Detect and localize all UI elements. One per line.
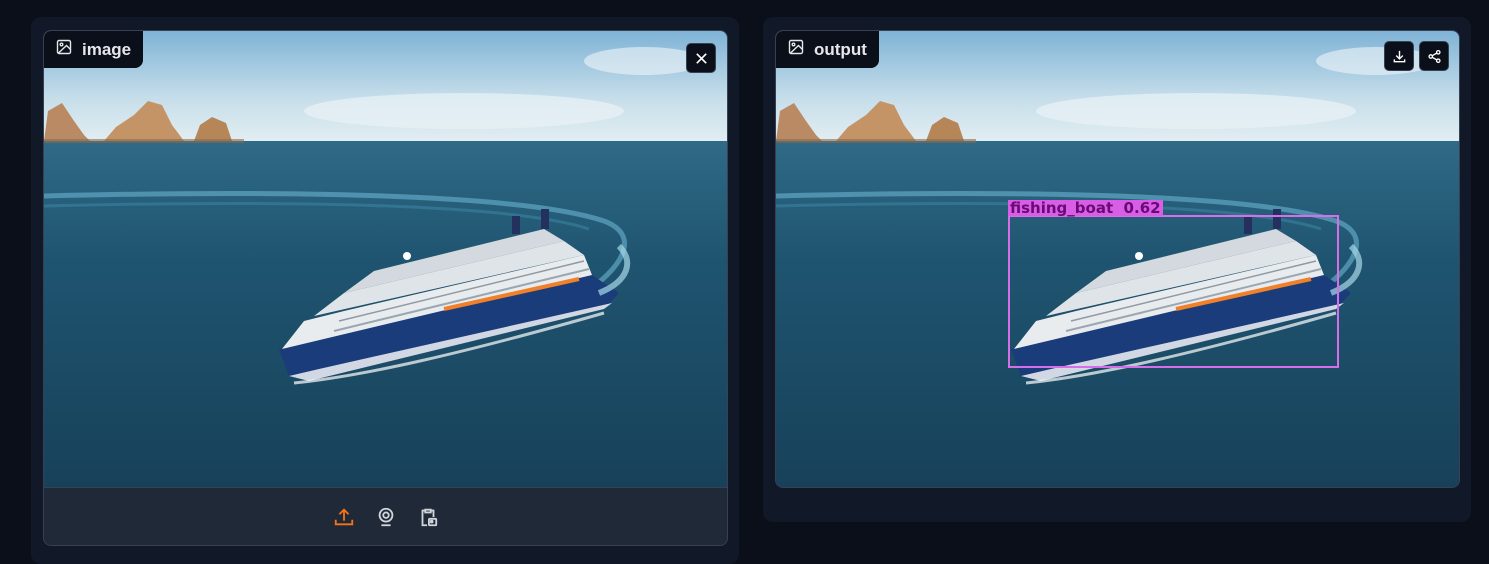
upload-source-button[interactable] [332,505,356,529]
output-image-panel: output fishing_boat 0.62 [775,30,1460,488]
download-button[interactable] [1384,41,1414,71]
clipboard-source-button[interactable] [416,505,440,529]
share-button[interactable] [1419,41,1449,71]
webcam-icon [375,506,397,528]
close-icon [694,51,709,66]
clear-button[interactable] [686,43,716,73]
image-icon [56,39,72,60]
detection-box [1008,215,1339,368]
output-block: output fishing_boat 0.62 [763,17,1471,522]
detection-label: fishing_boat 0.62 [1008,199,1163,217]
download-icon [1392,49,1407,64]
output-label-tag: output [776,31,879,68]
upload-icon [333,506,355,528]
input-label-text: image [82,39,132,59]
clipboard-icon [417,506,439,528]
input-label-tag: image [44,31,144,68]
share-icon [1427,49,1442,64]
image-icon [788,39,804,60]
output-label-text: output [814,39,867,59]
webcam-source-button[interactable] [374,505,398,529]
input-image [44,31,727,487]
source-selector [44,487,727,545]
input-image-panel[interactable]: image [43,30,728,546]
input-block: image [31,17,739,564]
